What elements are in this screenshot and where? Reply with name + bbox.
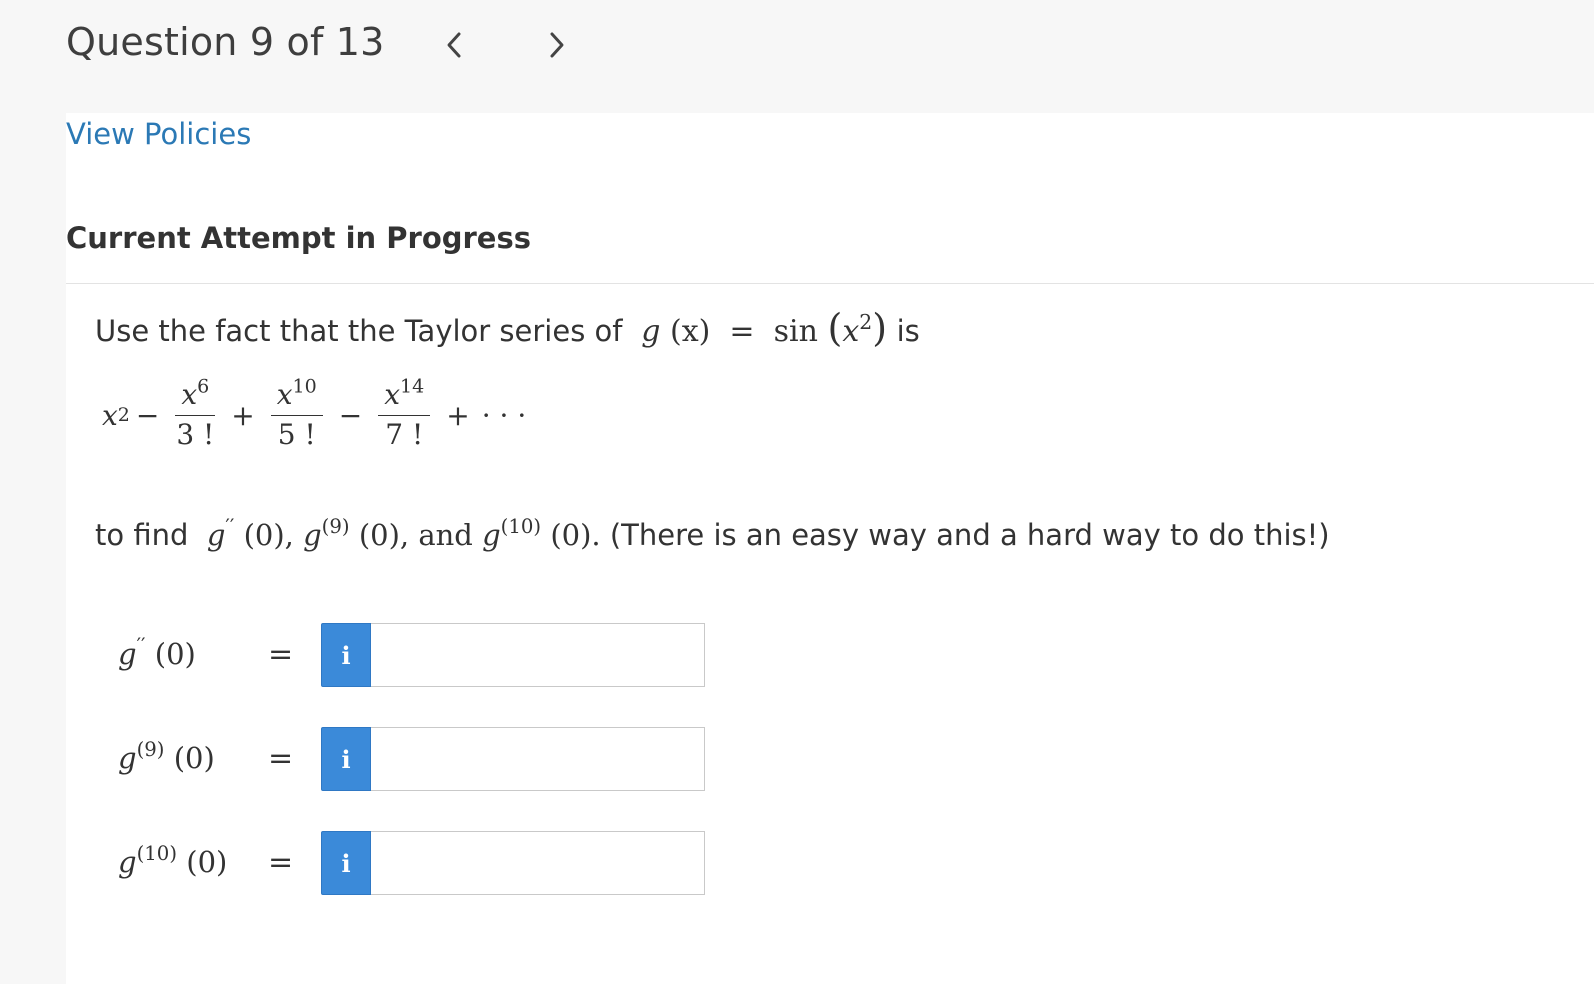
chevron-right-icon <box>550 32 564 58</box>
next-question-button[interactable] <box>540 28 574 62</box>
equals-sign: = <box>268 845 294 880</box>
frac3-den: 7 ! <box>385 417 424 451</box>
func-sin: sin <box>773 314 818 349</box>
frac1-num-base: x <box>181 377 198 411</box>
inner-base: x <box>842 314 860 349</box>
previous-question-button[interactable] <box>437 28 471 62</box>
find-d10-sup: (10) <box>500 515 542 539</box>
question-header: Question 9 of 13 <box>0 0 1594 113</box>
answer-input-g2[interactable] <box>371 623 705 687</box>
label-sup: (9) <box>136 738 165 762</box>
frac2-num-base: x <box>276 377 293 411</box>
minus-op: − <box>338 398 363 432</box>
label-g: g <box>118 845 137 879</box>
equals-sign: = <box>268 741 294 776</box>
answer-label: g(10) (0) <box>118 842 228 879</box>
func-arg: (x) <box>670 314 711 349</box>
frac2-den: 5 ! <box>277 417 316 451</box>
frac3-num-base: x <box>384 377 401 411</box>
frac1-den: 3 ! <box>176 417 215 451</box>
frac3-num-exp: 14 <box>400 375 425 398</box>
plus-op: + <box>446 398 470 432</box>
taylor-series: x2 − x6 3 ! + x10 5 ! − x14 7 ! + · · · <box>102 375 527 451</box>
answer-row: g(9) (0) = i <box>118 727 718 791</box>
find-prefix: to find <box>95 518 189 552</box>
question-panel: View Policies Current Attempt in Progres… <box>66 113 1594 984</box>
paren-close: ) <box>872 306 888 350</box>
chevron-left-icon <box>447 32 461 58</box>
answer-label: g′′ (0) <box>118 634 196 671</box>
prompt-suffix: is <box>896 314 920 348</box>
label-sup: ′′ <box>136 634 146 658</box>
info-button[interactable]: i <box>321 727 371 791</box>
fraction-term: x10 5 ! <box>270 377 323 451</box>
minus-op: − <box>135 398 160 432</box>
inner-exp: 2 <box>859 309 873 334</box>
frac1-num-exp: 6 <box>197 375 210 398</box>
answer-row: g(10) (0) = i <box>118 831 718 895</box>
problem-prompt: Use the fact that the Taylor series of g… <box>95 306 920 350</box>
label-g: g <box>118 637 137 671</box>
find-suffix: (There is an easy way and a hard way to … <box>609 518 1330 552</box>
fraction-term: x6 3 ! <box>175 377 216 451</box>
answer-input-g9[interactable] <box>371 727 705 791</box>
label-arg: (0) <box>154 637 196 671</box>
answer-input-g10[interactable] <box>371 831 705 895</box>
term1-base: x <box>102 398 118 432</box>
paren-open: ( <box>827 306 843 350</box>
answer-label: g(9) (0) <box>118 738 215 775</box>
label-sup: (10) <box>136 842 178 866</box>
info-icon: i <box>341 848 351 878</box>
find-zero2: (0), and <box>358 518 473 552</box>
question-counter: Question 9 of 13 <box>66 20 385 64</box>
equals-sign: = <box>729 314 755 349</box>
info-button[interactable]: i <box>321 831 371 895</box>
attempt-heading: Current Attempt in Progress <box>66 221 531 255</box>
ellipsis: · · · <box>481 398 527 432</box>
find-zero: (0), <box>243 518 294 552</box>
divider <box>66 283 1594 284</box>
find-d9-sup: (9) <box>321 515 350 539</box>
view-policies-link[interactable]: View Policies <box>66 117 251 151</box>
info-button[interactable]: i <box>321 623 371 687</box>
info-icon: i <box>341 640 351 670</box>
label-arg: (0) <box>173 741 215 775</box>
find-g: g <box>206 518 226 552</box>
find-instruction: to find g′′ (0), g(9) (0), and g(10) (0)… <box>95 515 1330 552</box>
prompt-prefix: Use the fact that the Taylor series of <box>95 314 623 348</box>
func-g: g <box>641 314 661 349</box>
find-d2-sup: ′′ <box>225 515 235 539</box>
answer-row: g′′ (0) = i <box>118 623 718 687</box>
label-arg: (0) <box>186 845 228 879</box>
label-g: g <box>118 741 137 775</box>
frac2-num-exp: 10 <box>292 375 317 398</box>
info-icon: i <box>341 744 351 774</box>
fraction-term: x14 7 ! <box>378 377 431 451</box>
find-zero3: (0). <box>550 518 601 552</box>
equals-sign: = <box>268 637 294 672</box>
find-g: g <box>303 518 322 552</box>
plus-op: + <box>231 398 255 432</box>
find-g: g <box>482 518 501 552</box>
